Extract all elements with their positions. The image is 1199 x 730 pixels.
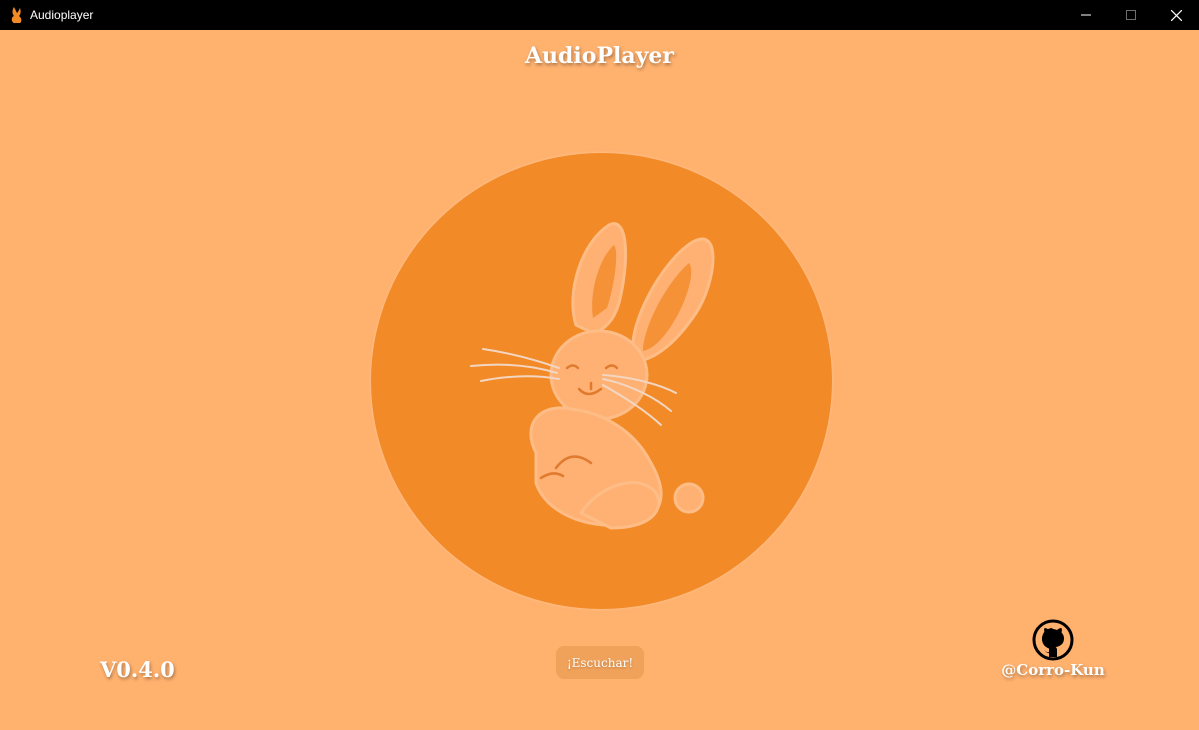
rabbit-icon (470, 222, 715, 530)
maximize-icon (1126, 10, 1136, 20)
minimize-icon (1081, 14, 1091, 16)
close-button[interactable] (1153, 0, 1199, 30)
version-label: V0.4.0 (100, 657, 175, 682)
maximize-button[interactable] (1108, 0, 1154, 30)
minimize-button[interactable] (1063, 0, 1109, 30)
close-icon (1170, 9, 1182, 21)
app-rabbit-icon (8, 5, 26, 25)
github-icon[interactable] (1032, 619, 1074, 661)
listen-button[interactable]: ¡Escuchar! (556, 646, 644, 679)
app-title: AudioPlayer (524, 43, 674, 69)
album-artwork (371, 153, 832, 609)
window-title: Audioplayer (30, 8, 94, 22)
author-link[interactable]: @Corro-Kun (990, 660, 1116, 680)
window-titlebar: Audioplayer (0, 0, 1199, 30)
